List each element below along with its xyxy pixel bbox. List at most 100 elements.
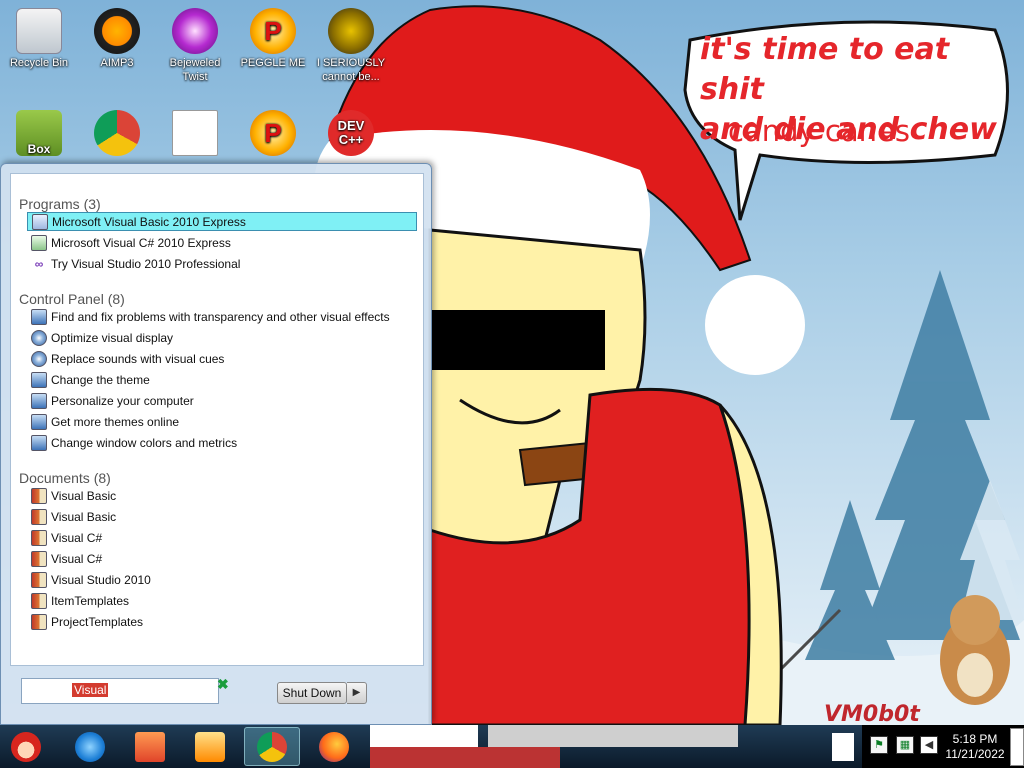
result-doc-project-templates[interactable]: ProjectTemplates: [27, 612, 417, 631]
render-artifact: [370, 747, 560, 768]
group-title-documents[interactable]: Documents (8): [19, 470, 111, 486]
desktop-icon-aimp3[interactable]: AIMP3: [78, 0, 156, 70]
desktop-icon-calculator[interactable]: [156, 102, 234, 158]
watermark-text: VM0b0t: [824, 702, 920, 725]
clear-search-icon[interactable]: ✖: [217, 676, 229, 693]
file-explorer-icon: [135, 731, 165, 762]
start-menu: Programs (3) Microsoft Visual Basic 2010…: [0, 163, 432, 725]
santa-start-icon: [11, 731, 41, 762]
result-label: Try Visual Studio 2010 Professional: [51, 256, 241, 271]
group-title-programs[interactable]: Programs (3): [19, 196, 101, 212]
internet-explorer-icon: [75, 731, 105, 762]
taskbar-clock[interactable]: 5:18 PM 11/21/2022: [942, 732, 1008, 762]
result-vb-express[interactable]: Microsoft Visual Basic 2010 Express: [27, 212, 417, 231]
display-icon: [31, 413, 47, 430]
display-icon: [31, 392, 47, 409]
result-label: Replace sounds with visual cues: [51, 351, 225, 366]
result-csharp-express[interactable]: Microsoft Visual C# 2010 Express: [27, 233, 417, 252]
recycle-bin-icon: [16, 8, 62, 54]
dark-app-icon: [328, 8, 374, 54]
result-doc-visual-basic-2[interactable]: Visual Basic: [27, 507, 417, 526]
result-more-themes[interactable]: Get more themes online: [27, 412, 417, 431]
desktop-icon-bejeweled[interactable]: Bejeweled Twist: [156, 0, 234, 84]
result-optimize-display[interactable]: Optimize visual display: [27, 328, 417, 347]
taskbar-chrome[interactable]: [244, 727, 300, 766]
aimp3-icon: [94, 8, 140, 54]
desktop-icon-devcpp[interactable]: DEV C++: [312, 102, 390, 158]
result-label: Visual Basic: [51, 488, 117, 503]
result-change-theme[interactable]: Change the theme: [27, 370, 417, 389]
result-label: Microsoft Visual Basic 2010 Express: [52, 214, 246, 229]
speech-line-3: candy canes: [728, 114, 910, 148]
desktop-icon-box-app[interactable]: Box: [0, 102, 78, 158]
display-icon: [31, 371, 47, 388]
desktop-icon-peggle-alt[interactable]: P: [234, 102, 312, 158]
start-button[interactable]: [0, 727, 52, 766]
speech-line-1: it's time to eat shit: [700, 32, 950, 107]
result-doc-visual-csharp-2[interactable]: Visual C#: [27, 549, 417, 568]
desktop-icon-chrome[interactable]: [78, 102, 156, 158]
result-label: Find and fix problems with transparency …: [51, 309, 390, 324]
folder-icon: [31, 550, 47, 567]
result-label: ProjectTemplates: [51, 614, 144, 629]
troubleshoot-icon: [31, 308, 47, 325]
result-doc-item-templates[interactable]: ItemTemplates: [27, 591, 417, 610]
shutdown-options-arrow-icon[interactable]: ▶: [347, 682, 367, 704]
search-input[interactable]: Visual: [21, 678, 219, 704]
result-label: Visual Studio 2010: [51, 572, 151, 587]
desktop-icon-recycle-bin[interactable]: Recycle Bin: [0, 0, 78, 70]
bejeweled-icon: [172, 8, 218, 54]
render-artifact: [488, 725, 738, 747]
clock-time: 5:18 PM: [952, 732, 998, 746]
result-personalize[interactable]: Personalize your computer: [27, 391, 417, 410]
result-troubleshoot-transparency[interactable]: Find and fix problems with transparency …: [27, 307, 417, 326]
desktop-icon-label: AIMP3: [100, 57, 134, 69]
volume-icon[interactable]: ◀: [920, 736, 938, 754]
folder-icon: [31, 529, 47, 546]
network-icon[interactable]: ▦: [896, 736, 914, 754]
taskbar-media-player[interactable]: [182, 727, 238, 766]
firefox-icon: [319, 731, 349, 762]
result-label: Get more themes online: [51, 414, 180, 429]
result-doc-visual-basic-1[interactable]: Visual Basic: [27, 486, 417, 505]
media-player-icon: [195, 731, 225, 762]
result-label: Visual Basic: [51, 509, 117, 524]
folder-icon: [31, 592, 47, 609]
ease-of-access-icon: [31, 350, 47, 367]
render-artifact: [832, 733, 854, 761]
folder-icon: [31, 508, 47, 525]
desktop-icon-dark-app[interactable]: I SERIOUSLY cannot be...: [312, 0, 390, 84]
result-window-colors[interactable]: Change window colors and metrics: [27, 433, 417, 452]
display-icon: [31, 434, 47, 451]
group-title-control-panel[interactable]: Control Panel (8): [19, 291, 125, 307]
result-visual-studio[interactable]: ∞ Try Visual Studio 2010 Professional: [27, 254, 417, 273]
taskbar-firefox[interactable]: [306, 727, 362, 766]
chrome-icon: [257, 731, 287, 762]
desktop-icon-label: Bejeweled Twist: [169, 57, 221, 83]
result-doc-visual-csharp-1[interactable]: Visual C#: [27, 528, 417, 547]
taskbar-ie[interactable]: [62, 727, 118, 766]
desktop-icon-label: I SERIOUSLY cannot be...: [316, 57, 386, 83]
shutdown-button[interactable]: Shut Down: [277, 682, 347, 704]
render-artifact: [370, 725, 478, 747]
calculator-icon: [172, 110, 218, 156]
result-label: Microsoft Visual C# 2010 Express: [51, 235, 231, 250]
result-label: Change the theme: [51, 372, 150, 387]
desktop-icon-peggle[interactable]: P PEGGLE ME: [234, 0, 312, 70]
result-label: Personalize your computer: [51, 393, 194, 408]
result-label: ItemTemplates: [51, 593, 130, 608]
search-results-pane: Programs (3) Microsoft Visual Basic 2010…: [10, 173, 424, 666]
show-desktop-button[interactable]: [1010, 728, 1024, 766]
peggle-alt-icon: P: [250, 110, 296, 156]
action-center-flag-icon[interactable]: ⚑: [870, 736, 888, 754]
taskbar-explorer[interactable]: [122, 727, 178, 766]
box-app-icon: Box: [16, 110, 62, 156]
folder-icon: [31, 571, 47, 588]
result-doc-visual-studio[interactable]: Visual Studio 2010: [27, 570, 417, 589]
csharp-express-icon: [31, 234, 47, 251]
chrome-icon: [94, 110, 140, 156]
visual-studio-icon: ∞: [31, 255, 47, 272]
result-visual-cues[interactable]: Replace sounds with visual cues: [27, 349, 417, 368]
folder-icon: [31, 487, 47, 504]
ease-of-access-icon: [31, 329, 47, 346]
